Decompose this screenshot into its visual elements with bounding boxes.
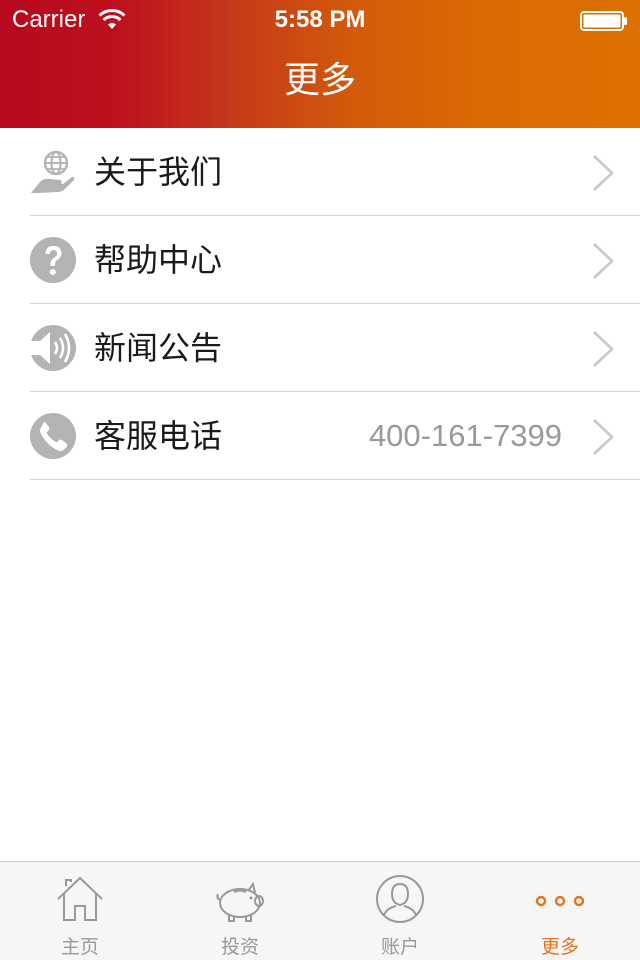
chevron-right-icon [593,243,614,279]
menu-item-label: 关于我们 [94,153,223,191]
tab-label: 投资 [220,936,259,958]
speaker-icon [30,325,76,371]
battery-icon [580,11,627,31]
status-bar: Carrier 5:58 PM [0,0,640,40]
menu-item-label: 帮助中心 [94,241,223,279]
tab-home[interactable]: 主页 [0,862,160,960]
chevron-right-icon [593,331,614,367]
menu-list: 关于我们 帮助中心 新闻公告 客服电话 400-161-7399 [0,128,640,480]
page-title: 更多 [283,60,356,101]
question-icon [30,237,76,283]
globe-hand-icon [31,150,75,193]
tab-account[interactable]: 账户 [320,862,480,960]
chevron-right-icon [593,155,614,191]
clock: 5:58 PM [274,6,366,33]
nav-header: Carrier 5:58 PM 更多 [0,0,640,128]
menu-item-help[interactable]: 帮助中心 [30,216,640,304]
hotline-number: 400-161-7399 [368,418,562,453]
tab-label: 主页 [60,936,99,958]
phone-icon [30,413,76,459]
tab-bar: 主页 投资 账户 更多 [0,861,640,960]
home-icon [57,876,103,921]
tab-label: 账户 [380,936,419,958]
piggy-bank-icon [216,881,264,922]
tab-invest[interactable]: 投资 [160,862,320,960]
menu-item-about[interactable]: 关于我们 [30,128,640,216]
menu-item-news[interactable]: 新闻公告 [30,304,640,392]
more-dots-icon [535,895,585,907]
chevron-right-icon [593,419,614,455]
tab-more[interactable]: 更多 [480,862,640,960]
menu-item-label: 客服电话 [94,417,223,455]
tab-label: 更多 [540,936,579,958]
menu-item-hotline[interactable]: 客服电话 400-161-7399 [30,392,640,480]
menu-item-label: 新闻公告 [94,329,223,367]
user-icon [376,875,424,923]
